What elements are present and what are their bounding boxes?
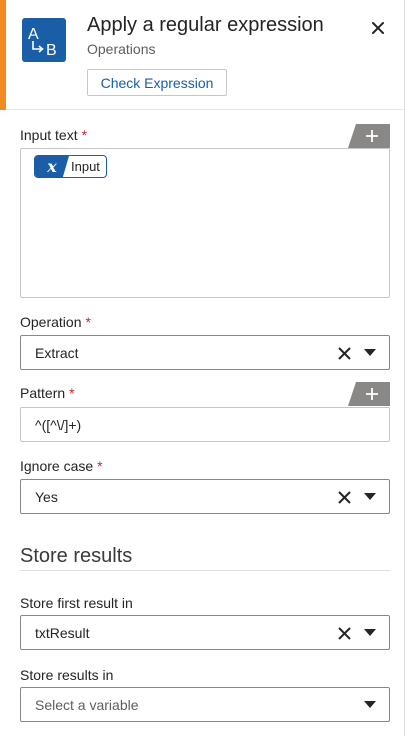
panel-subtitle: Operations	[87, 41, 156, 57]
store-results-placeholder: Select a variable	[35, 697, 139, 713]
store-results-dropdown[interactable]: Select a variable	[20, 687, 390, 722]
ignore-case-dropdown[interactable]: Yes	[20, 479, 390, 514]
add-variable-button[interactable]	[348, 382, 390, 406]
pattern-label: Pattern *	[20, 385, 75, 401]
close-icon[interactable]	[368, 18, 388, 38]
ignore-case-label: Ignore case *	[20, 458, 103, 474]
icon-letter-a: A	[28, 26, 39, 43]
input-text-label-text: Input text	[20, 127, 78, 143]
accent-bar	[0, 0, 6, 110]
clear-icon[interactable]	[338, 491, 351, 504]
store-first-result-label: Store first result in	[20, 595, 133, 611]
required-mark: *	[97, 458, 103, 474]
operation-label-text: Operation	[20, 314, 82, 330]
ignore-case-value: Yes	[35, 489, 58, 505]
ignore-case-label-text: Ignore case	[20, 458, 94, 474]
action-panel: A B Apply a regular expression Operation…	[0, 0, 405, 736]
chevron-down-icon[interactable]	[364, 349, 376, 357]
chevron-down-icon[interactable]	[364, 493, 376, 501]
icon-letter-b: B	[46, 42, 57, 59]
required-mark: *	[85, 314, 91, 330]
clear-icon[interactable]	[338, 627, 351, 640]
chevron-down-icon[interactable]	[364, 701, 376, 709]
input-text-field[interactable]: x Input	[20, 148, 390, 298]
clear-icon[interactable]	[338, 347, 351, 360]
pattern-input[interactable]: ^([^\/]+)	[20, 407, 390, 442]
panel-header: A B Apply a regular expression Operation…	[0, 0, 404, 110]
store-results-heading: Store results	[20, 545, 133, 567]
store-first-result-dropdown[interactable]: txtResult	[20, 615, 390, 650]
variable-chip[interactable]: x Input	[34, 155, 107, 178]
operation-label: Operation *	[20, 314, 91, 330]
required-mark: *	[69, 385, 75, 401]
store-results-label: Store results in	[20, 667, 114, 683]
store-first-result-value: txtResult	[35, 625, 90, 641]
regex-action-icon: A B	[22, 18, 66, 62]
panel-title: Apply a regular expression	[87, 14, 324, 36]
pattern-value: ^([^\/]+)	[35, 417, 82, 433]
add-variable-button[interactable]	[348, 124, 390, 148]
pattern-label-text: Pattern	[20, 385, 66, 401]
input-text-label: Input text *	[20, 127, 87, 143]
operation-dropdown[interactable]: Extract	[20, 335, 390, 370]
variable-chip-label: Input	[71, 159, 100, 174]
variable-icon: x	[35, 156, 69, 177]
chevron-down-icon[interactable]	[364, 629, 376, 637]
section-divider	[20, 570, 390, 571]
operation-value: Extract	[35, 345, 79, 361]
check-expression-button[interactable]: Check Expression	[87, 69, 227, 96]
required-mark: *	[81, 127, 88, 143]
